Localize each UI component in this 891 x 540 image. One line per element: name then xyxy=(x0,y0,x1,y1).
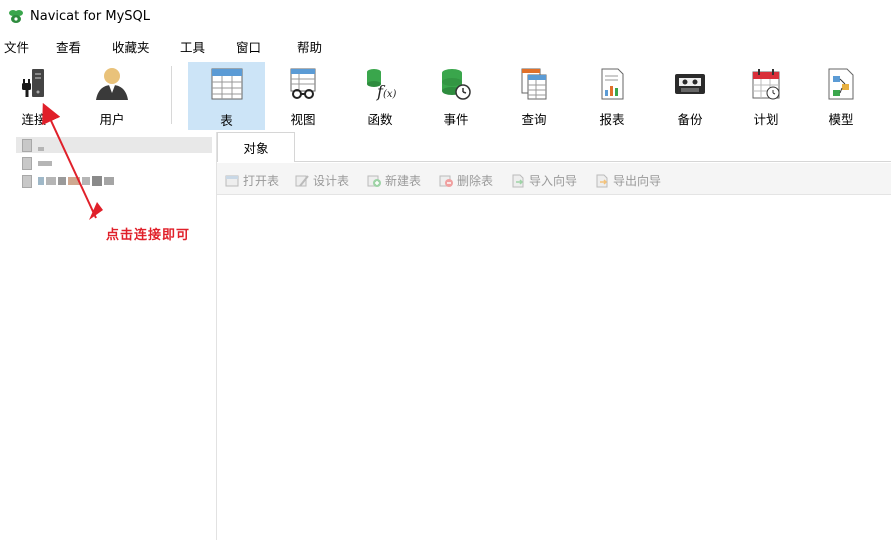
table-button[interactable]: 表 xyxy=(188,62,265,130)
menu-help[interactable]: 帮助 xyxy=(297,37,322,56)
tab-objects-label: 对象 xyxy=(243,141,269,156)
backup-icon xyxy=(670,64,710,103)
open-table-label: 打开表 xyxy=(243,174,280,188)
connection-label: 连接 xyxy=(21,112,47,127)
server-icon xyxy=(22,156,32,170)
model-label: 模型 xyxy=(828,112,854,127)
connection-icon xyxy=(14,64,54,103)
annotation-text: 点击连接即可 xyxy=(106,228,191,243)
function-label: 函数 xyxy=(367,112,393,127)
window-title: Navicat for MySQL xyxy=(30,8,150,24)
menu-file[interactable]: 文件 xyxy=(4,37,29,56)
view-icon xyxy=(283,64,323,103)
open-table-button[interactable]: 打开表 xyxy=(225,172,279,189)
schedule-label: 计划 xyxy=(753,112,779,127)
delete-table-button[interactable]: 删除表 xyxy=(439,172,493,189)
server-icon xyxy=(22,138,32,152)
query-button[interactable]: 查询 xyxy=(508,62,560,128)
menu-view[interactable]: 查看 xyxy=(56,37,81,56)
report-label: 报表 xyxy=(599,112,625,127)
function-button[interactable]: f (x) 函数 xyxy=(354,62,406,128)
redacted-text xyxy=(38,160,52,166)
tree-item-connection-1[interactable] xyxy=(22,137,46,153)
new-table-label: 新建表 xyxy=(385,174,422,188)
schedule-icon xyxy=(746,64,786,103)
redacted-text xyxy=(104,177,114,185)
redacted-text xyxy=(38,147,44,151)
title-bar: Navicat for MySQL xyxy=(0,0,891,32)
import-wizard-button[interactable]: 导入向导 xyxy=(511,172,577,189)
view-button[interactable]: 视图 xyxy=(277,62,329,128)
menu-bar: 文件 查看 收藏夹 工具 窗口 帮助 xyxy=(0,32,891,58)
redacted-text xyxy=(68,177,80,185)
tree-item-connection-3[interactable] xyxy=(22,173,116,189)
report-icon xyxy=(592,64,632,103)
event-label: 事件 xyxy=(443,112,469,127)
navicat-logo-icon xyxy=(9,10,23,23)
table-label: 表 xyxy=(220,113,233,128)
design-table-label: 设计表 xyxy=(313,174,350,188)
export-wizard-button[interactable]: 导出向导 xyxy=(595,172,661,189)
server-icon xyxy=(22,174,32,188)
query-icon xyxy=(514,64,554,103)
open-table-icon xyxy=(225,175,239,186)
import-wizard-icon xyxy=(512,174,524,187)
new-table-button[interactable]: 新建表 xyxy=(367,172,421,189)
redacted-text xyxy=(92,176,102,186)
table-icon xyxy=(207,64,247,104)
redacted-text xyxy=(82,177,90,185)
view-label: 视图 xyxy=(290,112,316,127)
tab-objects[interactable]: 对象 xyxy=(217,132,295,162)
redacted-text xyxy=(58,177,66,185)
design-table-button[interactable]: 设计表 xyxy=(295,172,349,189)
delete-table-label: 删除表 xyxy=(457,174,494,188)
design-table-icon xyxy=(295,174,309,187)
tree-item-connection-2[interactable] xyxy=(22,155,54,171)
event-icon xyxy=(436,64,476,103)
model-icon xyxy=(821,64,861,103)
menu-tools[interactable]: 工具 xyxy=(180,37,205,56)
backup-label: 备份 xyxy=(677,112,703,127)
backup-button[interactable]: 备份 xyxy=(664,62,716,128)
report-button[interactable]: 报表 xyxy=(586,62,638,128)
object-list-area[interactable] xyxy=(218,196,891,540)
main-toolbar: 连接 用户 表 视图 f (x) 函数 事件 查询 报表 备份 计划 模型 xyxy=(0,58,891,130)
tab-bar: 对象 xyxy=(217,132,891,162)
toolbar-divider xyxy=(171,66,172,124)
menu-window[interactable]: 窗口 xyxy=(236,37,261,56)
redacted-text xyxy=(38,177,44,185)
user-label: 用户 xyxy=(99,112,125,127)
export-wizard-label: 导出向导 xyxy=(613,174,662,188)
function-icon: f (x) xyxy=(360,64,400,103)
model-button[interactable]: 模型 xyxy=(815,62,867,128)
import-wizard-label: 导入向导 xyxy=(529,174,578,188)
delete-table-icon xyxy=(439,175,453,187)
connection-button[interactable]: 连接 xyxy=(8,62,60,128)
new-table-icon xyxy=(367,175,381,187)
object-toolbar: 打开表 设计表 新建表 删除表 导入向导 导出向导 xyxy=(217,163,891,195)
svg-text:(x): (x) xyxy=(383,89,397,100)
export-wizard-icon xyxy=(596,174,608,187)
query-label: 查询 xyxy=(521,112,547,127)
event-button[interactable]: 事件 xyxy=(430,62,482,128)
user-icon xyxy=(92,64,132,103)
schedule-button[interactable]: 计划 xyxy=(740,62,792,128)
menu-favorites[interactable]: 收藏夹 xyxy=(112,37,150,56)
user-button[interactable]: 用户 xyxy=(86,62,138,128)
connection-tree-panel xyxy=(0,132,217,540)
redacted-text xyxy=(46,177,56,185)
